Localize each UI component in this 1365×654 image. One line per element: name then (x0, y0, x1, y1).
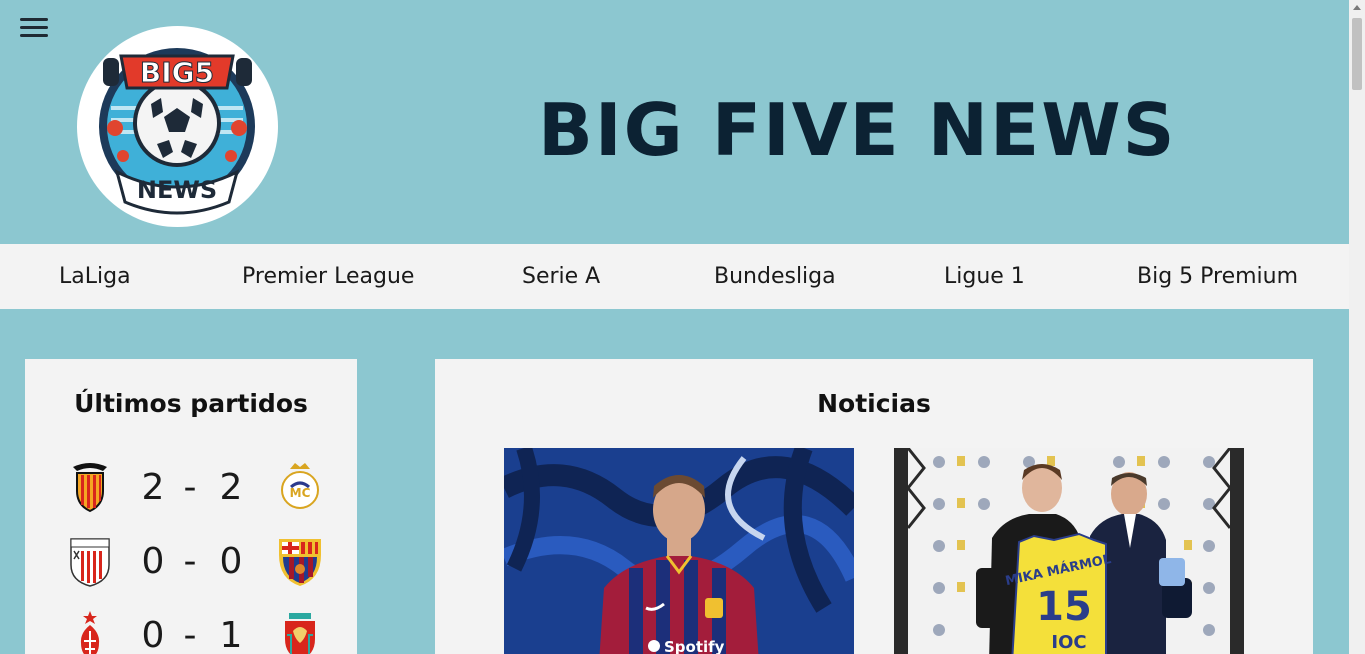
fc-barcelona-crest-icon (275, 535, 325, 587)
shirt-sponsor-text: IOC (1051, 632, 1086, 653)
logo-bottom-text: NEWS (137, 176, 217, 204)
match-row[interactable]: 0 - 1 (25, 609, 357, 654)
hamburger-menu-icon[interactable] (20, 18, 48, 40)
nav-item-big5-premium[interactable]: Big 5 Premium (1137, 264, 1298, 289)
nottingham-forest-crest-icon (65, 609, 115, 654)
nav-item-laliga[interactable]: LaLiga (59, 264, 131, 289)
score-separator: - (183, 615, 197, 654)
site-title: BIG FIVE NEWS (538, 88, 1177, 172)
logo-top-text: BIG5 (140, 56, 214, 89)
match-row[interactable]: 0 - 0 (25, 535, 357, 591)
scrollbar-thumb[interactable] (1352, 18, 1362, 90)
score-separator: - (183, 467, 197, 508)
shirt-number-text: 15 (1036, 584, 1092, 630)
latest-matches-title: Últimos partidos (74, 389, 308, 418)
nav-item-premier-league[interactable]: Premier League (242, 264, 414, 289)
home-score: 0 (141, 541, 165, 582)
scroll-up-arrow-icon[interactable] (1353, 5, 1361, 10)
latest-matches-panel: Últimos partidos 2 - 2 MC 0 - 0 0 - 1 (25, 359, 357, 654)
home-score: 0 (141, 615, 165, 654)
site-header: BIG5 NEWS BIG FIVE NEWS (0, 0, 1349, 244)
site-logo[interactable]: BIG5 NEWS (77, 26, 278, 227)
nav-item-serie-a[interactable]: Serie A (522, 264, 600, 289)
away-score: 1 (219, 615, 243, 654)
nav-item-bundesliga[interactable]: Bundesliga (714, 264, 836, 289)
news-title: Noticias (817, 389, 931, 418)
score-separator: - (183, 541, 197, 582)
liverpool-crest-icon (275, 609, 325, 654)
svg-text:MC: MC (290, 486, 311, 500)
match-row[interactable]: 2 - 2 MC (25, 461, 357, 517)
news-panel: Noticias Spotify MIKA MÁRMOL 15 IOC (435, 359, 1313, 654)
valencia-crest-icon (65, 461, 115, 513)
real-madrid-crest-icon: MC (275, 461, 325, 513)
nav-item-ligue-1[interactable]: Ligue 1 (944, 264, 1025, 289)
home-score: 2 (141, 467, 165, 508)
vertical-scrollbar[interactable] (1349, 0, 1365, 654)
news-article-image[interactable]: Spotify (504, 448, 854, 654)
news-article-image[interactable]: MIKA MÁRMOL 15 IOC (894, 448, 1244, 654)
away-score: 2 (219, 467, 243, 508)
athletic-club-crest-icon (65, 535, 115, 587)
sponsor-text: Spotify (664, 638, 725, 654)
league-nav: LaLiga Premier League Serie A Bundesliga… (0, 244, 1349, 309)
away-score: 0 (219, 541, 243, 582)
